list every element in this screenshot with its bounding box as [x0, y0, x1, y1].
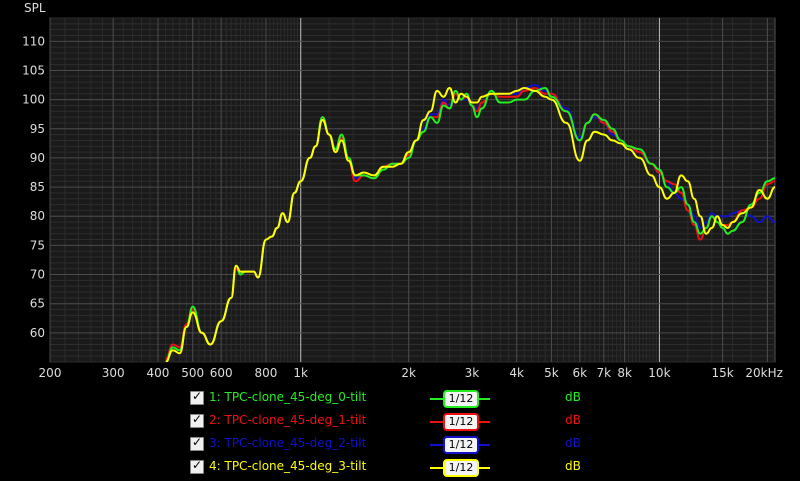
legend-item-4: 4: TPC-clone_45-deg_3-tilt 1/12 dB: [185, 458, 605, 480]
y-tick-label: 85: [30, 180, 45, 194]
y-tick-label: 110: [22, 34, 45, 48]
x-tick-label: 10k: [648, 366, 670, 380]
x-tick-label: 5k: [544, 366, 559, 380]
series-3-checkbox[interactable]: [190, 435, 204, 451]
x-tick-label: 4k: [509, 366, 524, 380]
series-4-checkbox[interactable]: [190, 458, 204, 474]
y-tick-label: 60: [30, 326, 45, 340]
y-tick-label: 80: [30, 209, 45, 223]
series-3-label: 3: TPC-clone_45-deg_2-tilt: [209, 436, 367, 450]
plot-area: [49, 17, 776, 363]
y-tick-label: 75: [30, 238, 45, 252]
series-2-smoothing[interactable]: 1/12: [443, 413, 479, 431]
series-3-unit: dB: [565, 436, 581, 450]
series-1-unit: dB: [565, 390, 581, 404]
x-tick-label: 1k: [293, 366, 308, 380]
legend-item-1: 1: TPC-clone_45-deg_0-tilt 1/12 dB: [185, 389, 605, 411]
series-1-smoothing[interactable]: 1/12: [443, 390, 479, 408]
series-3-smoothing[interactable]: 1/12: [443, 436, 479, 454]
series-1-checkbox[interactable]: [190, 389, 204, 405]
y-tick-label: 105: [22, 63, 45, 77]
x-tick-label: 600: [210, 366, 233, 380]
x-tick-label: 3k: [465, 366, 480, 380]
y-tick-label: 100: [22, 93, 45, 107]
x-tick-label: 500: [181, 366, 204, 380]
y-tick-label: 95: [30, 122, 45, 136]
series-4-unit: dB: [565, 459, 581, 473]
x-tick-label: 20kHz: [745, 366, 783, 380]
series-2-label: 2: TPC-clone_45-deg_1-tilt: [209, 413, 367, 427]
y-tick-label: 65: [30, 297, 45, 311]
x-tick-label: 15k: [711, 366, 733, 380]
x-tick-label: 800: [255, 366, 278, 380]
x-tick-label: 300: [102, 366, 125, 380]
legend-item-2: 2: TPC-clone_45-deg_1-tilt 1/12 dB: [185, 412, 605, 434]
y-tick-label: 70: [30, 268, 45, 282]
series-4-smoothing[interactable]: 1/12: [443, 459, 479, 477]
series-4-label: 4: TPC-clone_45-deg_3-tilt: [209, 459, 367, 473]
x-tick-label: 200: [39, 366, 62, 380]
x-tick-label: 6k: [573, 366, 588, 380]
y-axis-label: SPL: [24, 1, 46, 15]
x-tick-label: 2k: [401, 366, 416, 380]
x-tick-label: 7k: [597, 366, 612, 380]
legend-item-3: 3: TPC-clone_45-deg_2-tilt 1/12 dB: [185, 435, 605, 457]
series-2-checkbox[interactable]: [190, 412, 204, 428]
series-2-unit: dB: [565, 413, 581, 427]
y-tick-labels: 60 65 70 75 80 85 90 95 100 105 110: [22, 34, 45, 340]
y-tick-label: 90: [30, 151, 45, 165]
spl-chart: 60 65 70 75 80 85 90 95 100 105 110 200 300 400 500 60…: [22, 1, 783, 380]
series-1-label: 1: TPC-clone_45-deg_0-tilt: [209, 390, 367, 404]
x-tick-label: 8k: [617, 366, 632, 380]
x-tick-label: 400: [147, 366, 170, 380]
x-tick-labels: 200 300 400 500 600 800 1k 2k 3k 4k 5k 6k 7k 8k 10k 15k…: [39, 366, 783, 380]
